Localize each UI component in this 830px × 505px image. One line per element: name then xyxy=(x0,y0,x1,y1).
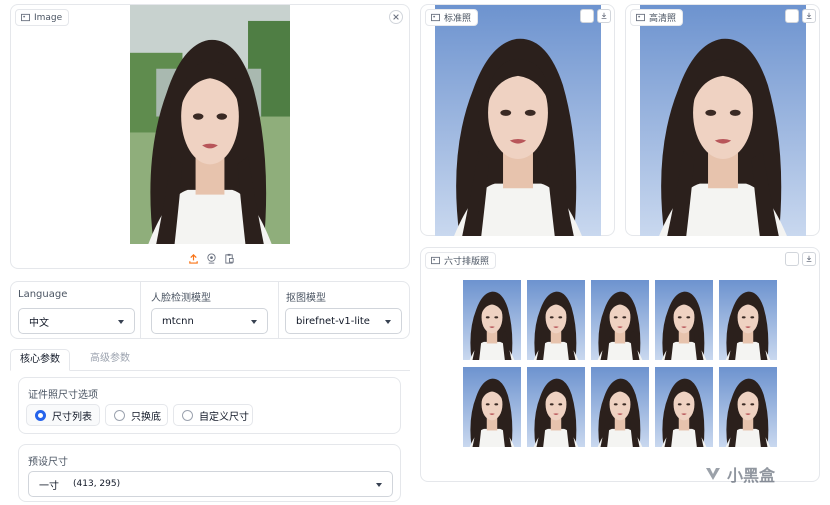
sheet-tag: 六寸排版照 xyxy=(425,252,497,269)
face-model-value: mtcnn xyxy=(162,315,194,327)
radio-bg-only[interactable]: 只换底 xyxy=(105,404,168,426)
fullscreen-button[interactable] xyxy=(785,252,799,266)
language-select[interactable]: 中文 xyxy=(18,308,135,334)
watermark: 小黑盒 xyxy=(703,462,775,486)
webcam-icon[interactable] xyxy=(206,253,217,264)
sheet-photo xyxy=(527,367,585,447)
preset-size-select[interactable]: 一寸 (413, 295) xyxy=(28,471,393,497)
upload-icon[interactable] xyxy=(188,253,199,264)
chevron-down-icon xyxy=(376,483,382,487)
sheet-label: 六寸排版照 xyxy=(444,257,490,267)
image-icon xyxy=(431,256,440,265)
language-value: 中文 xyxy=(29,317,49,329)
face-model-setting: 人脸检测模型 mtcnn xyxy=(145,282,279,338)
face-model-label: 人脸检测模型 xyxy=(151,293,211,304)
sheet-photo xyxy=(655,367,713,447)
sheet-photo xyxy=(655,280,713,360)
close-icon[interactable] xyxy=(389,10,403,24)
preset-size-label: 预设尺寸 xyxy=(28,457,68,468)
language-setting: Language 中文 xyxy=(11,282,141,338)
standard-photo-panel: 标准照 xyxy=(420,4,615,236)
hd-photo-label: 高清照 xyxy=(649,14,677,24)
image-panel: Image xyxy=(10,4,410,269)
sheet-photo xyxy=(463,280,521,360)
download-icon[interactable] xyxy=(802,252,816,266)
sheet-photo xyxy=(527,280,585,360)
sheet-photo xyxy=(591,367,649,447)
hd-photo-panel: 高清照 xyxy=(625,4,820,236)
standard-photo xyxy=(435,5,601,236)
tab-advanced-params-label: 高级参数 xyxy=(90,353,130,364)
chevron-down-icon xyxy=(118,320,124,324)
matting-model-value: birefnet-v1-lite xyxy=(296,315,370,327)
sheet-panel: 六寸排版照 xyxy=(420,247,820,482)
preset-size-value: 一寸 xyxy=(39,480,59,492)
watermark-text: 小黑盒 xyxy=(727,466,776,485)
settings-panel: Language 中文 人脸检测模型 mtcnn 抠图模型 birefnet-v… xyxy=(10,281,410,339)
preset-size-panel: 预设尺寸 一寸 (413, 295) xyxy=(18,444,401,502)
tab-core-params[interactable]: 核心参数 xyxy=(10,349,70,371)
sheet-photo xyxy=(719,280,777,360)
language-label: Language xyxy=(18,289,68,300)
radio-custom-size[interactable]: 自定义尺寸 xyxy=(173,404,253,426)
standard-photo-tag: 标准照 xyxy=(425,9,479,26)
radio-dot xyxy=(114,409,125,421)
image-label: Image xyxy=(34,12,63,23)
size-options-panel: 证件照尺寸选项 尺寸列表 只换底 自定义尺寸 xyxy=(18,377,401,434)
fullscreen-button[interactable] xyxy=(785,9,799,23)
radio-size-list-label: 尺寸列表 xyxy=(52,411,92,423)
radio-size-list[interactable]: 尺寸列表 xyxy=(26,404,100,426)
fullscreen-button[interactable] xyxy=(580,9,594,23)
image-icon xyxy=(21,13,30,22)
radio-custom-size-label: 自定义尺寸 xyxy=(199,411,249,423)
radio-dot xyxy=(35,409,46,421)
download-icon[interactable] xyxy=(597,9,611,23)
hd-photo-tag: 高清照 xyxy=(630,9,684,26)
face-model-select[interactable]: mtcnn xyxy=(151,308,268,334)
radio-dot xyxy=(182,409,193,421)
image-icon xyxy=(636,13,645,22)
watermark-logo-icon xyxy=(706,468,720,480)
hd-photo xyxy=(640,5,806,236)
chevron-down-icon xyxy=(251,320,257,324)
standard-photo-label: 标准照 xyxy=(444,14,472,24)
chevron-down-icon xyxy=(385,320,391,324)
tab-core-params-label: 核心参数 xyxy=(20,354,60,365)
sheet-photo xyxy=(463,367,521,447)
sheet-photo xyxy=(719,367,777,447)
matting-model-select[interactable]: birefnet-v1-lite xyxy=(285,308,402,334)
preset-size-dims: (413, 295) xyxy=(73,479,121,489)
image-label-tag: Image xyxy=(15,9,70,26)
tab-advanced-params[interactable]: 高级参数 xyxy=(80,349,140,371)
tab-bar: 核心参数 高级参数 xyxy=(10,349,410,371)
clipboard-icon[interactable] xyxy=(224,253,235,264)
image-icon xyxy=(431,13,440,22)
size-options-label: 证件照尺寸选项 xyxy=(28,390,98,401)
matting-model-setting: 抠图模型 birefnet-v1-lite xyxy=(279,282,409,338)
radio-bg-only-label: 只换底 xyxy=(131,411,161,423)
sheet-photo xyxy=(591,280,649,360)
matting-model-label: 抠图模型 xyxy=(286,293,326,304)
download-icon[interactable] xyxy=(802,9,816,23)
input-photo xyxy=(130,5,290,244)
